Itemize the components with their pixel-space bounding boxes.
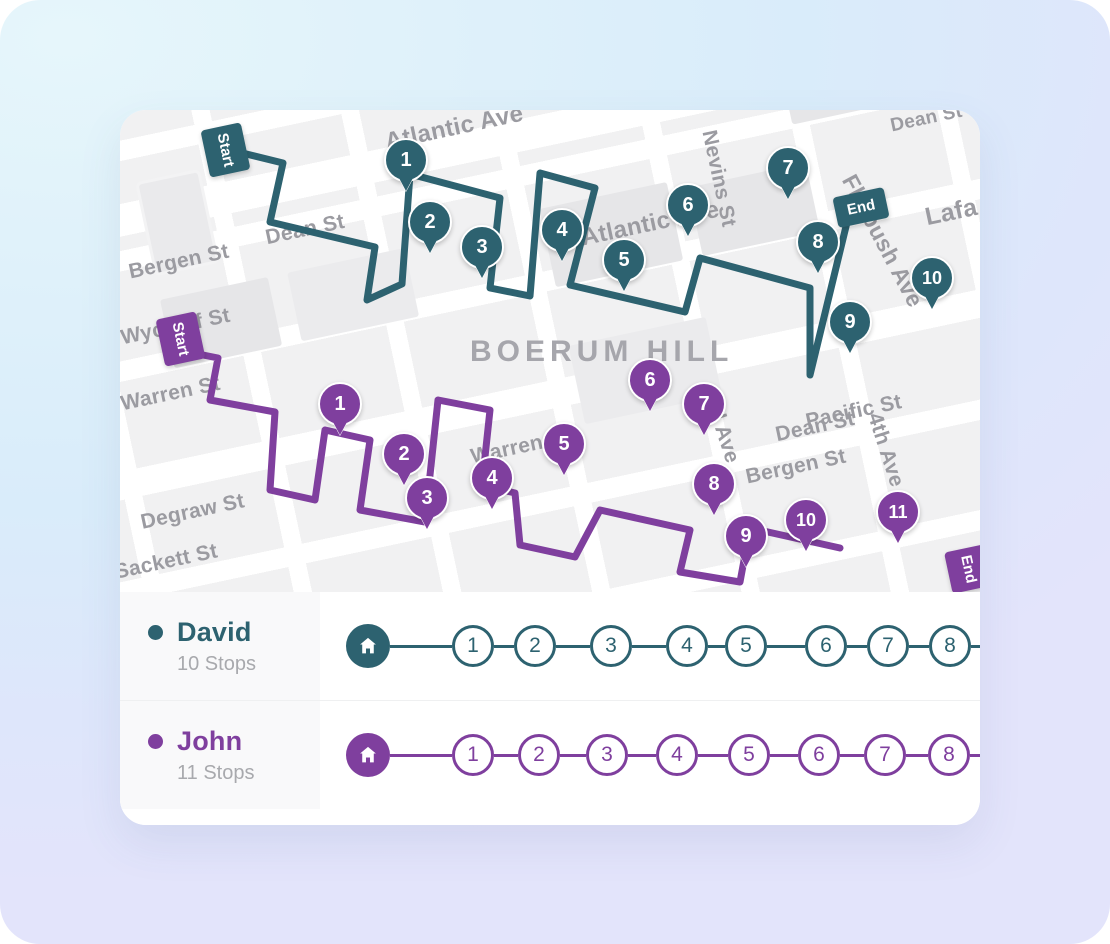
route-stop-pin-9[interactable]: 9 <box>724 514 768 558</box>
route-stop-pin-4[interactable]: 4 <box>470 456 514 500</box>
driver-row-john[interactable]: John 11 Stops 1 2 3 4 5 6 7 8 <box>120 700 980 809</box>
stop-chip[interactable]: 3 <box>586 734 628 776</box>
driver-name: David <box>177 616 252 647</box>
route-stop-pin-2[interactable]: 2 <box>382 432 426 476</box>
stop-number: 5 <box>618 248 630 271</box>
route-card: Dean St Bergen St Wyckoff St Warren St S… <box>120 110 980 825</box>
stop-number: 8 <box>708 472 720 495</box>
stop-chip[interactable]: 5 <box>728 734 770 776</box>
stop-number: 4 <box>486 466 498 489</box>
stop-number: 8 <box>812 230 824 253</box>
stop-number: 9 <box>740 524 752 547</box>
stop-number: 9 <box>844 310 856 333</box>
route-stop-pin-7[interactable]: 7 <box>682 382 726 426</box>
driver-color-dot <box>148 733 163 749</box>
stop-number: 10 <box>795 509 817 530</box>
stop-number: 7 <box>698 392 710 415</box>
stop-number: 1 <box>400 148 412 171</box>
home-icon[interactable] <box>346 733 390 777</box>
stop-chip[interactable]: 7 <box>867 625 909 667</box>
route-stop-pin-8[interactable]: 8 <box>692 462 736 506</box>
stop-chip[interactable]: 4 <box>666 625 708 667</box>
stop-number: 3 <box>476 235 488 258</box>
stop-chip[interactable]: 2 <box>518 734 560 776</box>
driver-stop-count: 11 Stops <box>177 761 255 784</box>
stop-number: 5 <box>558 432 570 455</box>
stop-chip[interactable]: 8 <box>928 734 970 776</box>
stop-number: 10 <box>921 267 943 288</box>
stop-chip[interactable]: 1 <box>452 625 494 667</box>
stop-number: 11 <box>888 501 908 522</box>
driver-list: David 10 Stops 1 2 3 4 5 6 7 8 John 11 S… <box>120 592 980 825</box>
stop-chip[interactable]: 6 <box>805 625 847 667</box>
stop-number: 4 <box>556 218 568 241</box>
route-stop-pin-6[interactable]: 6 <box>666 183 710 227</box>
start-label: Start <box>168 320 193 358</box>
stop-chip[interactable]: 2 <box>514 625 556 667</box>
route-stop-pin-3[interactable]: 3 <box>460 225 504 269</box>
end-label: End <box>845 196 877 219</box>
driver-color-dot <box>148 624 163 640</box>
app-background: Dean St Bergen St Wyckoff St Warren St S… <box>0 0 1110 944</box>
route-stop-pin-6[interactable]: 6 <box>628 358 672 402</box>
home-icon[interactable] <box>346 624 390 668</box>
stop-number: 6 <box>644 368 656 391</box>
stop-chip[interactable]: 4 <box>656 734 698 776</box>
stop-number: 2 <box>424 210 436 233</box>
stop-chip[interactable]: 7 <box>864 734 906 776</box>
route-stop-pin-10[interactable]: 10 <box>910 256 954 300</box>
driver-name-row: David <box>148 617 320 648</box>
stop-chip[interactable]: 3 <box>590 625 632 667</box>
route-stop-pin-1[interactable]: 1 <box>384 138 428 182</box>
stop-chip[interactable]: 1 <box>452 734 494 776</box>
stop-number: 7 <box>782 156 794 179</box>
stop-chip[interactable]: 6 <box>798 734 840 776</box>
route-stop-pin-8[interactable]: 8 <box>796 220 840 264</box>
driver-info-david: David 10 Stops <box>120 592 320 700</box>
driver-name: John <box>177 725 243 756</box>
route-stop-pin-5[interactable]: 5 <box>542 422 586 466</box>
driver-row-david[interactable]: David 10 Stops 1 2 3 4 5 6 7 8 <box>120 592 980 700</box>
stop-chip[interactable]: 5 <box>725 625 767 667</box>
route-stop-pin-10[interactable]: 10 <box>784 498 828 542</box>
start-label: Start <box>213 131 238 169</box>
route-stop-pin-4[interactable]: 4 <box>540 208 584 252</box>
route-stop-pin-7[interactable]: 7 <box>766 146 810 190</box>
stop-number: 1 <box>334 392 346 415</box>
route-stop-pin-1[interactable]: 1 <box>318 382 362 426</box>
route-stop-pin-5[interactable]: 5 <box>602 238 646 282</box>
route-stop-pin-3[interactable]: 3 <box>405 476 449 520</box>
route-stop-pin-2[interactable]: 2 <box>408 200 452 244</box>
route-stop-pin-9[interactable]: 9 <box>828 300 872 344</box>
driver-stop-count: 10 Stops <box>177 652 256 675</box>
stop-number: 2 <box>398 442 410 465</box>
stop-number: 3 <box>421 486 433 509</box>
route-stop-pin-11[interactable]: 11 <box>876 490 920 534</box>
driver-info-john: John 11 Stops <box>120 701 320 809</box>
end-label: End <box>957 553 980 585</box>
driver-stop-chain-david[interactable]: 1 2 3 4 5 6 7 8 <box>320 592 980 700</box>
driver-stop-chain-john[interactable]: 1 2 3 4 5 6 7 8 <box>320 701 980 809</box>
stop-chip[interactable]: 8 <box>929 625 971 667</box>
map-canvas[interactable]: Dean St Bergen St Wyckoff St Warren St S… <box>120 110 980 592</box>
stop-number: 6 <box>682 193 694 216</box>
driver-name-row: John <box>148 726 320 757</box>
